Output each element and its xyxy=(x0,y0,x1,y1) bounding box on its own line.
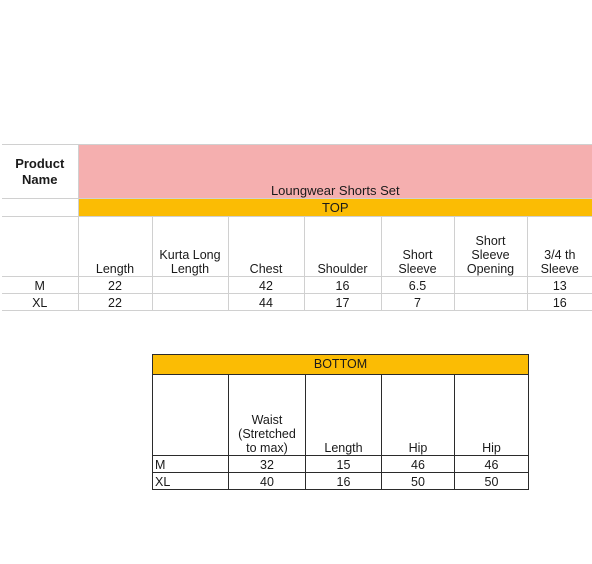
bottom-row-size: XL xyxy=(152,472,229,490)
top-size-chart-container: Product Name Loungwear Shorts Set TOP Le… xyxy=(2,144,592,311)
top-row-short-sleeve: 6.5 xyxy=(380,276,455,294)
bottom-header-waist: Waist (Stretched to max) xyxy=(228,374,306,456)
top-header-three-quarter-sleeve: 3/4 th Sleeve xyxy=(526,216,592,277)
bottom-row-length: 15 xyxy=(305,455,382,473)
top-row-kurta-long-length xyxy=(151,276,229,294)
top-row-kurta-long-length xyxy=(151,293,229,311)
top-row-chest: 42 xyxy=(227,276,305,294)
top-row-short-sleeve-opening xyxy=(453,276,528,294)
top-row-length: 22 xyxy=(77,293,153,311)
top-row-chest: 44 xyxy=(227,293,305,311)
bottom-row-hip-1: 46 xyxy=(381,455,455,473)
bottom-row-hip-1: 50 xyxy=(381,472,455,490)
top-header-length: Length xyxy=(77,216,153,277)
top-row-shoulder: 16 xyxy=(303,276,382,294)
table-row: XL 40 16 50 50 xyxy=(152,472,530,490)
top-title-row: Product Name Loungwear Shorts Set xyxy=(2,144,592,199)
top-header-row: Length Kurta Long Length Chest Shoulder … xyxy=(2,216,592,277)
bottom-row-waist: 32 xyxy=(228,455,306,473)
top-row-size: XL xyxy=(2,293,79,311)
top-row-length: 22 xyxy=(77,276,153,294)
top-header-short-sleeve-opening: Short Sleeve Opening xyxy=(453,216,528,277)
product-title-band: Loungwear Shorts Set xyxy=(77,144,592,199)
section-label-bottom: BOTTOM xyxy=(151,354,530,375)
bottom-section-row: BOTTOM xyxy=(151,354,530,375)
top-header-size xyxy=(2,216,79,277)
top-row-three-quarter-sleeve: 13 xyxy=(526,276,592,294)
top-row-short-sleeve: 7 xyxy=(380,293,455,311)
top-row-shoulder: 17 xyxy=(303,293,382,311)
table-row: M 32 15 46 46 xyxy=(152,455,530,473)
top-row-size: M xyxy=(2,276,79,294)
bottom-row-hip-2: 50 xyxy=(453,472,530,490)
bottom-header-hip-1: Hip xyxy=(381,374,455,456)
top-row-three-quarter-sleeve: 16 xyxy=(526,293,592,311)
bottom-header-row: Waist (Stretched to max) Length Hip Hip xyxy=(152,374,530,456)
top-header-short-sleeve: Short Sleeve xyxy=(380,216,455,277)
table-row: XL 22 44 17 7 16 xyxy=(2,293,592,311)
product-name-label: Product Name xyxy=(2,144,79,199)
bottom-header-hip-2: Hip xyxy=(453,374,530,456)
bottom-row-length: 16 xyxy=(305,472,382,490)
bottom-size-chart-container: BOTTOM Waist (Stretched to max) Length H… xyxy=(151,354,530,490)
bottom-size-chart-table: BOTTOM Waist (Stretched to max) Length H… xyxy=(151,354,530,490)
section-label-top: TOP xyxy=(77,198,592,217)
table-row: M 22 42 16 6.5 13 xyxy=(2,276,592,294)
bottom-header-length: Length xyxy=(305,374,382,456)
top-header-shoulder: Shoulder xyxy=(303,216,382,277)
top-header-chest: Chest xyxy=(227,216,305,277)
bottom-row-size: M xyxy=(152,455,229,473)
top-section-row: TOP xyxy=(2,198,592,217)
top-section-row-spacer xyxy=(2,198,79,217)
top-size-chart-table: Product Name Loungwear Shorts Set TOP Le… xyxy=(2,144,592,311)
bottom-row-hip-2: 46 xyxy=(453,455,530,473)
top-row-short-sleeve-opening xyxy=(453,293,528,311)
top-header-kurta-long-length: Kurta Long Length xyxy=(151,216,229,277)
bottom-header-size xyxy=(152,374,229,456)
bottom-row-waist: 40 xyxy=(228,472,306,490)
